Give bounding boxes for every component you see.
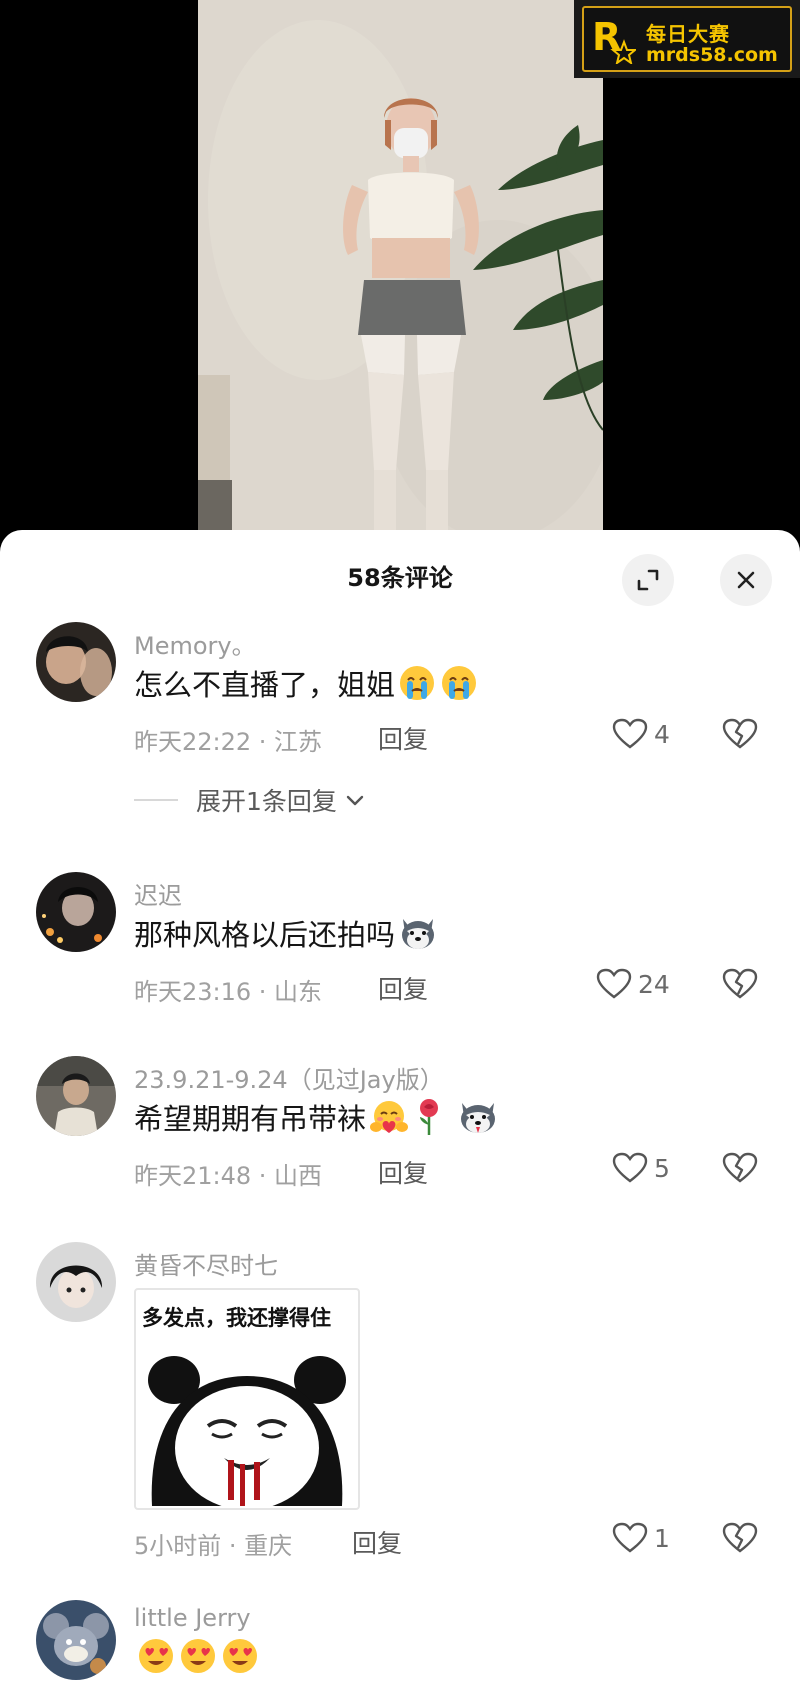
avatar[interactable] (36, 1600, 116, 1680)
comment-item: 23.9.21-9.24（见过Jay版） 希望期期有吊带袜 昨天21:48 · … (0, 1056, 800, 1226)
comment-sheet: 58条评论 Memory。 怎么不直播了，姐姐 昨天22:22 · 江苏 回复 … (0, 530, 800, 1695)
like-button[interactable]: 5 (612, 1152, 670, 1184)
expand-replies-button[interactable]: 展开1条回复 (134, 782, 367, 818)
like-count: 24 (638, 969, 670, 999)
comment-item: 迟迟 那种风格以后还拍吗 昨天23:16 · 山东 回复 24 (0, 872, 800, 1042)
username[interactable]: 迟迟 (134, 876, 182, 911)
like-button[interactable]: 1 (612, 1522, 670, 1554)
watermark-banner: R 每日大赛 mrds58.com (574, 0, 800, 78)
comment-text-content: 怎么不直播了，姐姐 (134, 668, 396, 702)
reply-button[interactable]: 回复 (378, 1154, 428, 1190)
heart-eyes-face-icon (223, 1639, 257, 1673)
avatar[interactable] (36, 872, 116, 952)
husky-dog-icon (461, 1103, 496, 1133)
watermark-title: 每日大赛 (646, 22, 730, 46)
watermark-logo-icon: R (592, 15, 636, 64)
watermark-frame: R 每日大赛 mrds58.com (582, 6, 792, 72)
heart-icon (596, 968, 632, 999)
divider-line (134, 799, 178, 801)
avatar[interactable] (36, 622, 116, 702)
username[interactable]: 23.9.21-9.24（见过Jay版） (134, 1060, 444, 1095)
husky-dog-icon (402, 919, 435, 949)
comment-text: 那种风格以后还拍吗 (134, 912, 439, 954)
comment-item: Memory。 怎么不直播了，姐姐 昨天22:22 · 江苏 回复 4 展开1条… (0, 622, 800, 852)
expand-replies-label: 展开1条回复 (196, 787, 337, 816)
comment-item: 黄昏不尽时七 多发点，我还撑得住 5小时前 · 重庆 回复 1 (0, 1242, 800, 1582)
comment-meta: 昨天21:48 · 山西 (134, 1162, 323, 1190)
broken-heart-icon[interactable] (722, 1522, 758, 1554)
like-count: 1 (654, 1523, 670, 1553)
like-button[interactable]: 24 (596, 968, 670, 1000)
hugging-face-icon (370, 1101, 409, 1133)
username[interactable]: 黄昏不尽时七 (134, 1246, 278, 1281)
comment-meta: 5小时前 · 重庆 (134, 1532, 293, 1560)
video-frame[interactable] (198, 0, 603, 540)
comment-text: 怎么不直播了，姐姐 (134, 662, 479, 704)
comment-text: 希望期期有吊带袜 (134, 1096, 502, 1138)
username[interactable]: little Jerry (134, 1604, 251, 1632)
meme-caption: 多发点，我还撑得住 (142, 1306, 331, 1330)
broken-heart-icon[interactable] (722, 718, 758, 750)
comment-item: little Jerry (0, 1600, 800, 1695)
comment-meta: 昨天22:22 · 江苏 (134, 728, 323, 756)
heart-icon (612, 1152, 648, 1183)
crying-face-icon (442, 666, 477, 700)
video-scene-image (198, 0, 603, 540)
comment-text-content: 那种风格以后还拍吗 (134, 918, 396, 952)
crying-face-icon (400, 666, 435, 700)
rose-icon (420, 1099, 439, 1135)
broken-heart-icon[interactable] (722, 968, 758, 1000)
reply-button[interactable]: 回复 (378, 970, 428, 1006)
comment-text-content: 希望期期有吊带袜 (134, 1102, 367, 1136)
close-icon (737, 571, 755, 589)
heart-icon (612, 718, 648, 749)
chevron-down-icon (346, 795, 364, 806)
heart-icon (612, 1522, 648, 1553)
reply-button[interactable]: 回复 (378, 720, 428, 756)
comment-count-title: 58条评论 (347, 564, 453, 592)
panda-meme-icon (148, 1356, 346, 1506)
reply-button[interactable]: 回复 (352, 1524, 402, 1560)
broken-heart-icon[interactable] (722, 1152, 758, 1184)
heart-eyes-face-icon (139, 1639, 173, 1673)
watermark-url: mrds58.com (646, 44, 778, 66)
heart-eyes-face-icon (181, 1639, 215, 1673)
expand-icon (637, 569, 659, 591)
video-player[interactable]: R 每日大赛 mrds58.com (0, 0, 800, 540)
expand-button[interactable] (622, 554, 674, 606)
avatar[interactable] (36, 1056, 116, 1136)
comment-meta: 昨天23:16 · 山东 (134, 978, 323, 1006)
close-button[interactable] (720, 554, 772, 606)
username[interactable]: Memory。 (134, 626, 256, 661)
like-button[interactable]: 4 (612, 718, 670, 750)
avatar[interactable] (36, 1242, 116, 1322)
comment-text (134, 1636, 260, 1676)
like-count: 5 (654, 1153, 670, 1183)
like-count: 4 (654, 719, 670, 749)
meme-image[interactable]: 多发点，我还撑得住 (134, 1288, 360, 1510)
